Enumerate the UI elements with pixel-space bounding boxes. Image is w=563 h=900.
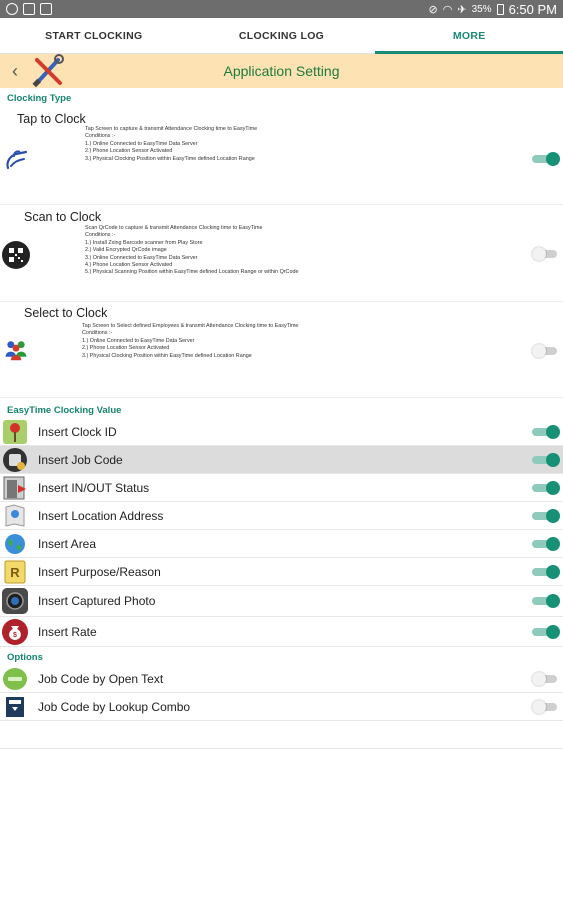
clock-type-title: Select to Clock: [24, 306, 108, 320]
tab-more[interactable]: MORE: [375, 18, 563, 54]
insert-clock-id-toggle[interactable]: [532, 425, 560, 439]
job-code-icon: [0, 446, 30, 474]
tap-to-clock-toggle[interactable]: [532, 152, 560, 166]
open-text-icon: [0, 665, 30, 693]
status-bar: ⊘ ◠ ✈ 35% 6:50 PM: [0, 0, 563, 18]
clock-type-description: Tap Screen to Select defined Employees &…: [82, 323, 299, 359]
section-header-clocking-value: EasyTime Clocking Value: [7, 405, 122, 416]
clocking-value-label: Insert Job Code: [38, 452, 123, 467]
screenshot-notification-icon: [23, 3, 35, 15]
option-label: Job Code by Lookup Combo: [38, 699, 191, 714]
battery-percent: 35%: [471, 3, 492, 15]
money-bag-icon: $: [0, 618, 30, 646]
airplane-icon: ✈: [457, 3, 467, 16]
clocking-value-row[interactable]: Insert IN/OUT Status: [0, 474, 563, 502]
insert-job-code-toggle[interactable]: [532, 453, 560, 467]
clocking-value-label: Insert IN/OUT Status: [38, 480, 150, 495]
section-header-clocking-type: Clocking Type: [7, 93, 72, 104]
option-label: Job Code by Open Text: [38, 671, 164, 686]
battery-icon: [496, 3, 504, 15]
clocking-value-label: Insert Area: [38, 536, 97, 551]
clocking-type-select[interactable]: Select to Clock Tap Screen to Select def…: [0, 302, 563, 398]
job-code-open-text-toggle[interactable]: [532, 672, 560, 686]
option-row[interactable]: Job Code by Lookup Combo: [0, 693, 563, 721]
clocking-value-label: Insert Location Address: [38, 508, 164, 523]
mute-icon: ⊘: [428, 3, 438, 16]
clocking-type-tap[interactable]: Tap to Clock Tap Screen to capture & tra…: [0, 106, 563, 205]
purpose-icon: R: [0, 558, 30, 586]
tab-clocking-log[interactable]: CLOCKING LOG: [188, 18, 376, 53]
clocking-value-row[interactable]: Insert Job Code: [0, 446, 563, 474]
insert-area-toggle[interactable]: [532, 537, 560, 551]
clock-type-title: Tap to Clock: [17, 112, 86, 126]
clocking-value-label: Insert Rate: [38, 624, 97, 639]
clocking-value-row[interactable]: $ Insert Rate: [0, 617, 563, 647]
clocking-value-label: Insert Purpose/Reason: [38, 564, 161, 579]
job-code-lookup-combo-toggle[interactable]: [532, 700, 560, 714]
option-row[interactable]: Job Code by Open Text: [0, 665, 563, 693]
page-title: Application Setting: [223, 63, 340, 79]
list-divider: [0, 721, 563, 749]
tab-start-clocking[interactable]: START CLOCKING: [0, 18, 188, 53]
tap-hand-icon: [6, 150, 28, 170]
qr-code-icon: [2, 241, 30, 269]
employees-group-icon: [5, 341, 27, 361]
image-notification-icon: [40, 3, 52, 15]
clocking-type-scan[interactable]: Scan to Clock Scan QrCode to capture & t…: [0, 205, 563, 302]
back-button[interactable]: ‹: [0, 61, 30, 82]
tab-bar: START CLOCKING CLOCKING LOG MORE: [0, 18, 563, 54]
location-address-icon: [0, 502, 30, 530]
map-pin-icon: [0, 418, 30, 446]
insert-captured-photo-toggle[interactable]: [532, 594, 560, 608]
section-header-options: Options: [7, 652, 43, 663]
clocking-value-row[interactable]: Insert Location Address: [0, 502, 563, 530]
clocking-value-row[interactable]: Insert Clock ID: [0, 418, 563, 446]
insert-in-out-status-toggle[interactable]: [532, 481, 560, 495]
clocking-value-label: Insert Clock ID: [38, 424, 117, 439]
clock-type-title: Scan to Clock: [24, 210, 102, 224]
wifi-icon: ◠: [442, 3, 453, 16]
camera-icon: [0, 587, 30, 615]
app-bar: ‹ Application Setting: [0, 54, 563, 88]
insert-purpose-reason-toggle[interactable]: [532, 565, 560, 579]
clocking-value-row[interactable]: Insert Captured Photo: [0, 586, 563, 617]
in-out-status-icon: [0, 474, 30, 502]
clock-notification-icon: [6, 3, 18, 15]
globe-icon: [0, 530, 30, 558]
svg-text:$: $: [13, 632, 17, 639]
select-to-clock-toggle[interactable]: [532, 344, 560, 358]
clocking-value-label: Insert Captured Photo: [38, 594, 156, 608]
insert-rate-toggle[interactable]: [532, 625, 560, 639]
settings-tools-icon: [32, 54, 64, 88]
clock-type-description: Tap Screen to capture & transmit Attenda…: [85, 126, 258, 162]
insert-location-address-toggle[interactable]: [532, 509, 560, 523]
clock-type-description: Scan QrCode to capture & transmit Attend…: [85, 225, 299, 276]
clock-time: 6:50 PM: [508, 1, 557, 17]
svg-text:R: R: [10, 565, 20, 580]
lookup-combo-icon: [0, 693, 30, 721]
clocking-value-row[interactable]: R Insert Purpose/Reason: [0, 558, 563, 586]
clocking-value-row[interactable]: Insert Area: [0, 530, 563, 558]
scan-to-clock-toggle[interactable]: [532, 247, 560, 261]
